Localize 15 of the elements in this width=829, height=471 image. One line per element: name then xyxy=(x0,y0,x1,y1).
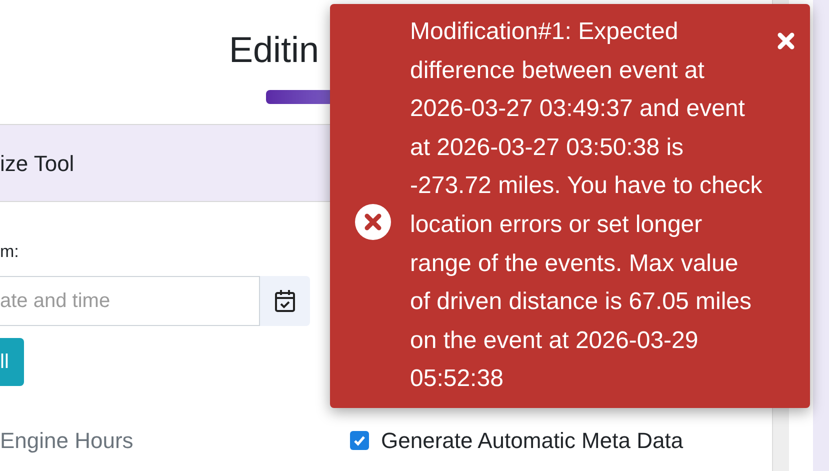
meta-data-label: Generate Automatic Meta Data xyxy=(381,427,684,455)
calendar-icon xyxy=(274,289,296,313)
toast-message: Modification#1: Expected difference between event at 2026-03-27 03:49:37 and event at 2026-03-27 03:50:38 is -273.72 miles. You have to check location errors or set longer range of the events. Max value of driven distance is 67.05 miles on the event at 2026-03-29 05:52:38 xyxy=(410,17,762,394)
close-button[interactable] xyxy=(777,32,795,50)
meta-data-checkbox[interactable] xyxy=(350,431,369,450)
panel-title: ize Tool xyxy=(0,150,74,178)
page-title: Editin xyxy=(229,29,320,70)
datetime-field[interactable]: ate and time xyxy=(0,276,260,326)
calendar-button[interactable] xyxy=(260,276,310,326)
close-icon xyxy=(777,32,795,50)
engine-hours-label: Engine Hours xyxy=(0,427,134,455)
error-icon xyxy=(355,204,391,240)
check-icon xyxy=(353,434,366,447)
action-button[interactable]: ll xyxy=(0,338,24,386)
field-label: m: xyxy=(0,240,19,262)
